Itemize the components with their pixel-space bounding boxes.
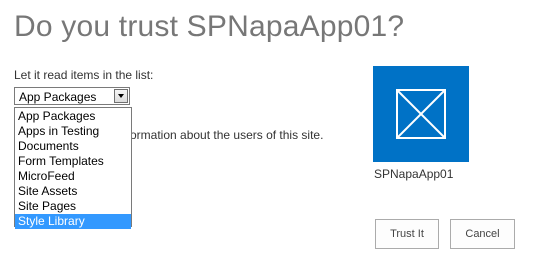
user-info-permission-text: ormation about the users of this site. [130,128,324,142]
list-option-site-pages[interactable]: Site Pages [15,199,131,214]
list-select[interactable]: App Packages [14,87,130,105]
app-placeholder-icon [396,89,446,139]
list-option-form-templates[interactable]: Form Templates [15,154,131,169]
app-icon-tile [373,66,469,162]
list-option-site-assets[interactable]: Site Assets [15,184,131,199]
cancel-button[interactable]: Cancel [450,219,515,249]
dialog-title: Do you trust SPNapaApp01? [14,10,405,43]
trust-it-button[interactable]: Trust It [375,219,439,249]
list-option-microfeed[interactable]: MicroFeed [15,169,131,184]
list-dropdown[interactable]: App Packages Apps in Testing Documents F… [14,107,132,229]
list-permission-label: Let it read items in the list: [14,68,154,82]
list-option-documents[interactable]: Documents [15,139,131,154]
chevron-down-icon[interactable] [114,89,128,103]
app-name: SPNapaApp01 [374,167,454,181]
list-option-app-packages[interactable]: App Packages [15,109,131,124]
list-option-apps-in-testing[interactable]: Apps in Testing [15,124,131,139]
list-option-style-library[interactable]: Style Library [15,214,131,229]
list-select-value: App Packages [19,90,97,104]
